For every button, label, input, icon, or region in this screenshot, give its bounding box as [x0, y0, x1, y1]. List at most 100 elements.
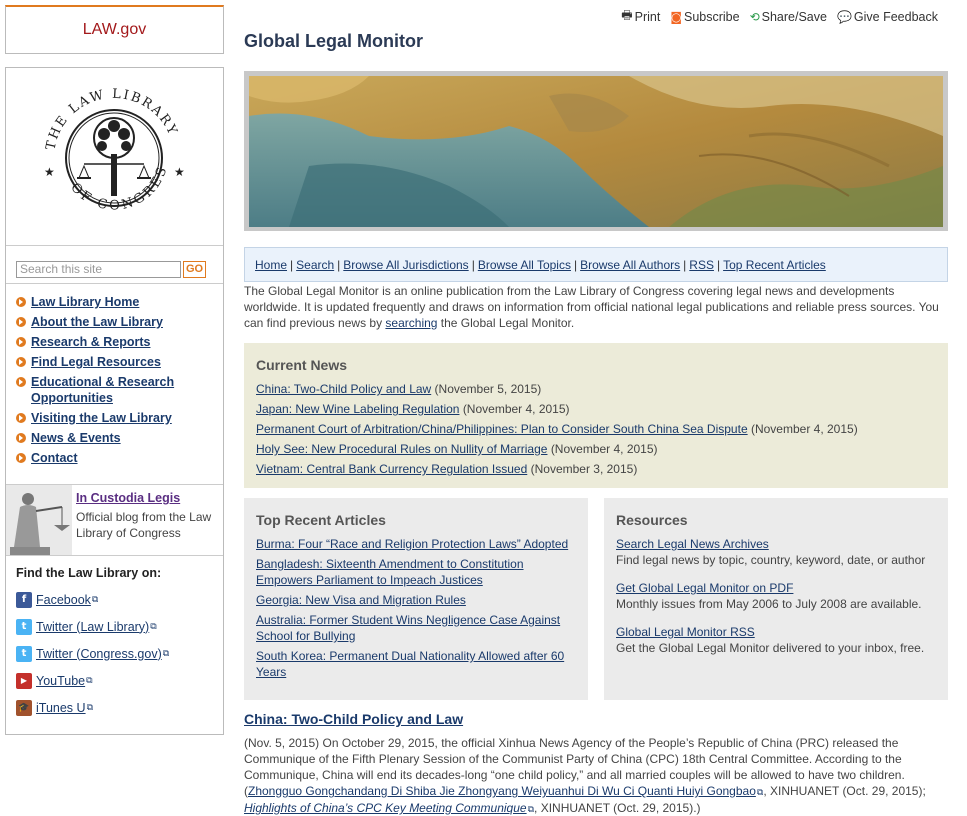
tool-label[interactable]: Share/Save	[762, 10, 827, 24]
nav-link[interactable]: Law Library Home	[31, 294, 191, 310]
tool-label[interactable]: Subscribe	[684, 10, 740, 24]
article-source-link[interactable]: Highlights of China’s CPC Key Meeting Co…	[244, 801, 527, 815]
top-recent-link[interactable]: Bangladesh: Sixteenth Amendment to Const…	[256, 557, 524, 587]
external-link-icon: ⧉	[91, 594, 99, 604]
article-text-mid: , XINHUANET (Oct. 29, 2015);	[763, 784, 926, 798]
arrow-bullet-icon	[16, 317, 26, 327]
news-date: (November 3, 2015)	[530, 462, 638, 476]
nav-separator: |	[683, 258, 687, 272]
blog-title-link[interactable]: In Custodia Legis	[76, 491, 180, 505]
top-recent-heading: Top Recent Articles	[256, 512, 386, 528]
searching-link[interactable]: searching	[385, 316, 437, 330]
nav-item-research[interactable]: Research & Reports	[16, 334, 223, 350]
search-go-button[interactable]: GO	[183, 260, 207, 278]
subscribe-tool[interactable]: ◙ Subscribe	[670, 6, 739, 27]
social-link-label[interactable]: Twitter (Law Library)	[36, 620, 149, 634]
social-link-itunes-u[interactable]: 🎓 iTunes U ⧉	[16, 694, 223, 721]
top-recent-item: Australia: Former Student Wins Negligenc…	[256, 612, 576, 644]
top-nav-rss[interactable]: RSS	[689, 258, 714, 272]
nav-item-find-resources[interactable]: Find Legal Resources	[16, 354, 223, 370]
news-link[interactable]: Japan: New Wine Labeling Regulation	[256, 402, 459, 416]
page-title: Global Legal Monitor	[244, 31, 423, 51]
nav-link[interactable]: About the Law Library	[31, 314, 191, 330]
social-link-twitter-law-library[interactable]: t Twitter (Law Library) ⧉	[16, 613, 223, 640]
social-link-youtube[interactable]: ▶ YouTube ⧉	[16, 667, 223, 694]
nav-link[interactable]: Contact	[31, 450, 191, 466]
top-nav-top-recent[interactable]: Top Recent Articles	[723, 258, 826, 272]
nav-link[interactable]: Find Legal Resources	[31, 354, 191, 370]
top-nav-authors[interactable]: Browse All Authors	[580, 258, 680, 272]
print-tool[interactable]: 🖶 Print	[621, 6, 660, 27]
social-link-label[interactable]: iTunes U	[36, 701, 86, 715]
top-recent-link[interactable]: Burma: Four “Race and Religion Protectio…	[256, 537, 568, 551]
social-link-label[interactable]: YouTube	[36, 674, 85, 688]
resources-heading: Resources	[616, 512, 688, 528]
article-text-end: , XINHUANET (Oct. 29, 2015).)	[534, 801, 701, 815]
share-save-tool[interactable]: ⟲ Share/Save	[750, 6, 827, 27]
top-recent-item: Bangladesh: Sixteenth Amendment to Const…	[256, 556, 576, 588]
print-icon: 🖶	[621, 8, 633, 22]
top-recent-item: Georgia: New Visa and Migration Rules	[256, 592, 576, 608]
external-link-icon: ⧉	[86, 702, 93, 712]
news-link[interactable]: Vietnam: Central Bank Currency Regulatio…	[256, 462, 527, 476]
news-link[interactable]: China: Two-Child Policy and Law	[256, 382, 431, 396]
site-search: GO	[6, 246, 223, 284]
nav-item-about[interactable]: About the Law Library	[16, 314, 223, 330]
share-icon: ⟲	[749, 9, 760, 24]
search-input[interactable]	[16, 260, 181, 278]
top-recent-link[interactable]: Australia: Former Student Wins Negligenc…	[256, 613, 560, 643]
arrow-bullet-icon	[16, 357, 26, 367]
resource-link[interactable]: Search Legal News Archives	[616, 537, 769, 551]
nav-item-visiting[interactable]: Visiting the Law Library	[16, 410, 223, 426]
nav-item-contact[interactable]: Contact	[16, 450, 223, 466]
news-date: (November 5, 2015)	[434, 382, 542, 396]
itunes-u-icon: 🎓	[16, 699, 32, 716]
top-recent-item: Burma: Four “Race and Religion Protectio…	[256, 536, 576, 552]
top-nav-jurisdictions[interactable]: Browse All Jurisdictions	[343, 258, 468, 272]
tool-label[interactable]: Print	[635, 10, 661, 24]
social-link-facebook[interactable]: f Facebook ⧉	[16, 586, 223, 613]
top-nav-search[interactable]: Search	[296, 258, 334, 272]
resource-link[interactable]: Global Legal Monitor RSS	[616, 625, 755, 639]
nav-separator: |	[337, 258, 341, 272]
nav-link[interactable]: Visiting the Law Library	[31, 410, 191, 426]
top-recent-link[interactable]: Georgia: New Visa and Migration Rules	[256, 593, 466, 607]
social-link-label[interactable]: Twitter (Congress.gov)	[36, 647, 162, 661]
top-nav-topics[interactable]: Browse All Topics	[478, 258, 571, 272]
nav-link[interactable]: News & Events	[31, 430, 191, 446]
nav-separator: |	[716, 258, 721, 272]
resource-item: Search Legal News Archives Find legal new…	[616, 536, 936, 568]
external-link-icon: ⧉	[162, 648, 170, 658]
article-body: (Nov. 5, 2015) On October 29, 2015, the …	[244, 735, 948, 816]
lawgov-label[interactable]: LAW.gov	[6, 21, 223, 39]
page-tools: 🖶 Print ◙ Subscribe ⟲ Share/Save 💬 Give …	[621, 6, 938, 27]
social-link-twitter-congress[interactable]: t Twitter (Congress.gov) ⧉	[16, 640, 223, 667]
feedback-tool[interactable]: 💬 Give Feedback	[837, 6, 938, 27]
nav-link[interactable]: Research & Reports	[31, 334, 191, 350]
top-nav-home[interactable]: Home	[255, 258, 287, 272]
nav-separator: |	[471, 258, 475, 272]
top-recent-articles-box: Top Recent Articles Burma: Four “Race an…	[244, 498, 588, 700]
nav-link[interactable]: Educational & Research Opportunities	[31, 374, 191, 406]
external-link-icon: ⧉	[150, 621, 157, 631]
nav-separator: |	[573, 258, 578, 272]
nav-item-education[interactable]: Educational & Research Opportunities	[16, 374, 223, 406]
intro-part1: The Global Legal Monitor is an online pu…	[244, 284, 939, 330]
banner-image-frame	[244, 71, 948, 231]
article-title-link[interactable]: China: Two-Child Policy and Law	[244, 711, 463, 727]
nav-item-news[interactable]: News & Events	[16, 430, 223, 446]
svg-text:★: ★	[174, 165, 185, 179]
tool-label[interactable]: Give Feedback	[854, 10, 938, 24]
social-link-label[interactable]: Facebook	[36, 593, 91, 607]
article-source-link[interactable]: Zhongguo Gongchandang Di Shiba Jie Zhong…	[248, 784, 756, 798]
news-link[interactable]: Permanent Court of Arbitration/China/Phi…	[256, 422, 748, 436]
law-library-logo[interactable]: THE LAW LIBRARY OF CONGRESS ★ ★	[6, 68, 223, 246]
top-recent-link[interactable]: South Korea: Permanent Dual Nationality …	[256, 649, 564, 679]
news-item: China: Two-Child Policy and Law (Novembe…	[256, 381, 936, 397]
nav-item-home[interactable]: Law Library Home	[16, 294, 223, 310]
resources-box: Resources Search Legal News Archives Find…	[604, 498, 948, 700]
news-link[interactable]: Holy See: New Procedural Rules on Nullit…	[256, 442, 547, 456]
resource-desc: Monthly issues from May 2006 to July 200…	[616, 597, 922, 611]
lawgov-banner[interactable]: LAW.gov	[5, 5, 224, 54]
resource-link[interactable]: Get Global Legal Monitor on PDF	[616, 581, 793, 595]
